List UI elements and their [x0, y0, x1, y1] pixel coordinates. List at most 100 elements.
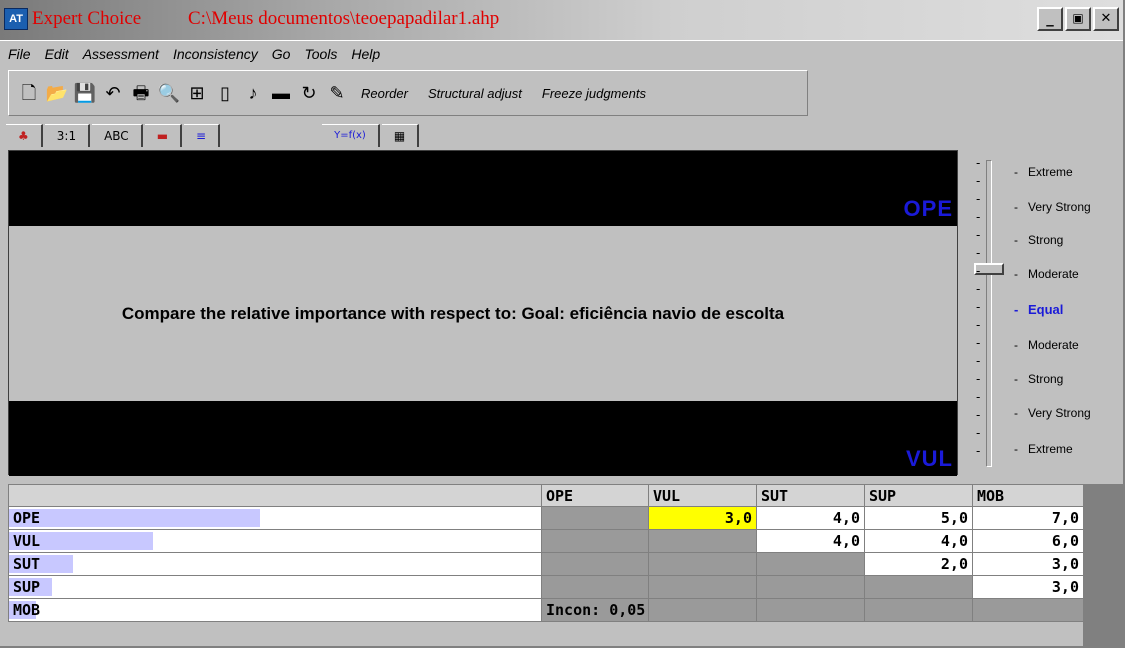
- menu-assessment[interactable]: Assessment: [83, 46, 159, 62]
- tab-formula[interactable]: Y=f(x): [322, 123, 380, 147]
- open-folder-icon[interactable]: 📂: [45, 80, 69, 106]
- menu-edit[interactable]: Edit: [45, 46, 69, 62]
- scale-tick: -: [976, 390, 981, 404]
- scale-tick: -: [976, 444, 981, 458]
- matrix-cell[interactable]: 3,0: [972, 552, 1084, 576]
- scale-item-strong-2[interactable]: - Strong: [1014, 372, 1063, 386]
- file-path-title: C:\Meus documentos\teoepapadilar1.ahp: [188, 8, 500, 29]
- scale-item-moderate-2[interactable]: - Moderate: [1014, 338, 1079, 352]
- tab-verbal[interactable]: ABC: [92, 123, 143, 147]
- structural-adjust-button[interactable]: Structural adjust: [428, 86, 522, 101]
- row-header[interactable]: MOB: [8, 598, 542, 622]
- title-bar[interactable]: AT Expert Choice C:\Meus documentos\teoe…: [0, 0, 1123, 40]
- scale-item-extreme[interactable]: - Extreme: [1014, 165, 1073, 179]
- matrix-cell[interactable]: 4,0: [864, 529, 973, 553]
- music-note-icon[interactable]: ♪: [241, 80, 265, 106]
- app-logo-icon[interactable]: AT: [4, 8, 28, 30]
- scale-tick: -: [976, 282, 981, 296]
- menu-tools[interactable]: Tools: [304, 46, 337, 62]
- menu-help[interactable]: Help: [351, 46, 380, 62]
- scale-item-very-strong[interactable]: - Very Strong: [1014, 200, 1091, 214]
- matrix-row: OPE 3,0 4,0 5,0 7,0: [8, 506, 1084, 530]
- matrix-row: SUT 2,0 3,0: [8, 552, 1084, 576]
- matrix-corner: [8, 484, 542, 507]
- row-label: OPE: [13, 509, 41, 527]
- scale-tick: -: [976, 156, 981, 170]
- top-element-bar[interactable]: OPE: [9, 151, 957, 226]
- print-icon[interactable]: 🖶: [129, 80, 153, 106]
- scale-tick: -: [976, 192, 981, 206]
- hierarchy-icon[interactable]: ⊞: [185, 80, 209, 106]
- row-label: MOB: [13, 601, 41, 619]
- column-header: VUL: [648, 484, 757, 507]
- scale-label: Extreme: [1028, 442, 1073, 456]
- inconsistency-ratio: Incon: 0,05: [541, 598, 649, 622]
- tab-bars[interactable]: ≡: [184, 123, 221, 147]
- save-disk-icon[interactable]: 💾: [73, 80, 97, 106]
- menu-inconsistency[interactable]: Inconsistency: [173, 46, 258, 62]
- bottom-element-bar[interactable]: VUL: [9, 401, 957, 476]
- undo-arrow-icon[interactable]: ↶: [101, 80, 125, 106]
- matrix-cell: [864, 598, 973, 622]
- scale-tick: -: [976, 354, 981, 368]
- matrix-cell[interactable]: 4,0: [756, 529, 865, 553]
- print-preview-icon[interactable]: 🔍: [157, 80, 181, 106]
- matrix-empty-area: [1083, 484, 1123, 646]
- row-header[interactable]: SUP: [8, 575, 542, 599]
- matrix-cell[interactable]: 4,0: [756, 506, 865, 530]
- matrix-header-row: OPE VUL SUT SUP MOB: [8, 484, 1084, 507]
- scale-tick: -: [976, 174, 981, 188]
- matrix-cell: [541, 575, 649, 599]
- matrix-cell: [648, 575, 757, 599]
- scale-item-equal[interactable]: - Equal: [1014, 302, 1063, 317]
- tab-graphical[interactable]: ▬: [144, 123, 183, 147]
- matrix-cell: [541, 506, 649, 530]
- scale-label: Moderate: [1028, 267, 1079, 281]
- wand-icon[interactable]: ✎: [325, 80, 349, 106]
- matrix-cell[interactable]: 3,0: [648, 506, 757, 530]
- scale-tick: -: [976, 318, 981, 332]
- top-element-label: OPE: [903, 196, 953, 221]
- matrix-cell: [756, 598, 865, 622]
- matrix-body: OPE 3,0 4,0 5,0 7,0 VUL 4,0 4,0 6,0 SUT 2,0 3,0 SUP 3…: [8, 506, 1084, 622]
- comparison-panel: OPE Compare the relative importance with…: [8, 150, 958, 476]
- restore-button[interactable]: ▣: [1065, 7, 1091, 31]
- matrix-cell[interactable]: 3,0: [972, 575, 1084, 599]
- scale-tick: -: [976, 228, 981, 242]
- new-file-icon[interactable]: 🗋: [17, 80, 41, 106]
- mode-tabs: ♣ 3:1 ABC ▬ ≡ Y=f(x) ▦: [0, 120, 960, 150]
- menu-file[interactable]: File: [8, 46, 31, 62]
- row-header[interactable]: VUL: [8, 529, 542, 553]
- matrix-cell: [864, 575, 973, 599]
- reorder-button[interactable]: Reorder: [361, 86, 408, 101]
- close-button[interactable]: ✕: [1093, 7, 1119, 31]
- scale-label: Equal: [1028, 302, 1064, 317]
- tab-color[interactable]: ♣: [6, 123, 43, 147]
- scale-slider-track[interactable]: [986, 160, 992, 467]
- row-label: VUL: [13, 532, 41, 550]
- matrix-cell: [756, 552, 865, 576]
- scale-item-strong[interactable]: - Strong: [1014, 233, 1063, 247]
- matrix-cell[interactable]: 7,0: [972, 506, 1084, 530]
- scale-item-moderate[interactable]: - Moderate: [1014, 267, 1079, 281]
- refresh-icon[interactable]: ↻: [297, 80, 321, 106]
- matrix-cell: [648, 529, 757, 553]
- toolbar: 🗋 📂 💾 ↶ 🖶 🔍 ⊞ ▯ ♪ ▬ ↻ ✎ Reorder Structur…: [8, 70, 808, 116]
- rectangle-icon[interactable]: ▬: [269, 80, 293, 106]
- matrix-cell[interactable]: 2,0: [864, 552, 973, 576]
- matrix-cell[interactable]: 6,0: [972, 529, 1084, 553]
- minimize-button[interactable]: _: [1037, 7, 1063, 31]
- matrix-cell[interactable]: 5,0: [864, 506, 973, 530]
- menu-go[interactable]: Go: [272, 46, 291, 62]
- scale-item-very-strong-2[interactable]: - Very Strong: [1014, 406, 1091, 420]
- freeze-judgments-button[interactable]: Freeze judgments: [542, 86, 646, 101]
- row-header[interactable]: OPE: [8, 506, 542, 530]
- scale-label: Very Strong: [1028, 406, 1091, 420]
- tab-matrix[interactable]: ▦: [381, 123, 420, 147]
- row-header[interactable]: SUT: [8, 552, 542, 576]
- column-header: MOB: [972, 484, 1084, 507]
- calculator-icon[interactable]: ▯: [213, 80, 237, 106]
- scale-tick: -: [976, 426, 981, 440]
- tab-numerical[interactable]: 3:1: [44, 123, 91, 147]
- scale-item-extreme-2[interactable]: - Extreme: [1014, 442, 1073, 456]
